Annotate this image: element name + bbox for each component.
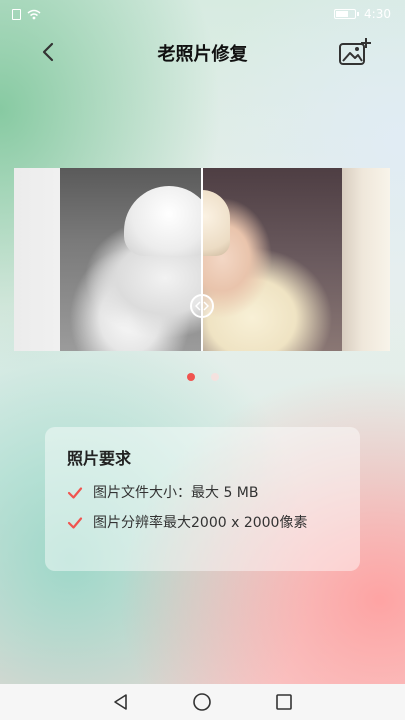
- check-icon: [67, 487, 83, 499]
- requirements-title: 照片要求: [67, 449, 132, 468]
- compare-handle-icon[interactable]: [190, 294, 214, 318]
- battery-icon: [334, 9, 360, 19]
- sim-card-icon: [12, 8, 21, 20]
- nav-recent-button[interactable]: [272, 690, 296, 714]
- nav-back-button[interactable]: [109, 690, 133, 714]
- status-right: 4:30: [334, 7, 391, 21]
- requirement-item: 图片文件大小：最大 5 MB: [67, 483, 338, 503]
- requirement-text: 图片分辨率最大2000 x 2000像素: [93, 515, 308, 531]
- status-left: [12, 8, 41, 20]
- square-recent-icon: [276, 694, 292, 710]
- triangle-back-icon: [114, 694, 127, 710]
- title-bar: 老照片修复: [0, 28, 405, 76]
- status-time: 4:30: [364, 7, 391, 21]
- wifi-icon: [27, 9, 41, 19]
- requirement-item: 图片分辨率最大2000 x 2000像素: [67, 513, 338, 533]
- carousel-dot[interactable]: [210, 373, 219, 381]
- status-bar: 4:30: [0, 0, 405, 28]
- compare-divider[interactable]: [201, 168, 203, 351]
- system-nav-bar: [0, 684, 405, 720]
- image-add-icon: [339, 38, 371, 65]
- nav-home-button[interactable]: [190, 690, 214, 714]
- carousel-dot-active[interactable]: [186, 373, 195, 381]
- add-photo-button[interactable]: [338, 36, 372, 68]
- before-after-compare[interactable]: [14, 168, 390, 351]
- carousel-indicator: [0, 373, 405, 381]
- circle-home-icon: [193, 693, 212, 711]
- requirement-text: 图片文件大小：最大 5 MB: [93, 485, 259, 501]
- after-photo: [202, 168, 342, 351]
- drag-arrows-icon: [195, 301, 209, 311]
- check-icon: [67, 517, 83, 529]
- photo-requirements-card: 照片要求 图片文件大小：最大 5 MB 图片分辨率最大2000 x 2000像素: [45, 427, 360, 571]
